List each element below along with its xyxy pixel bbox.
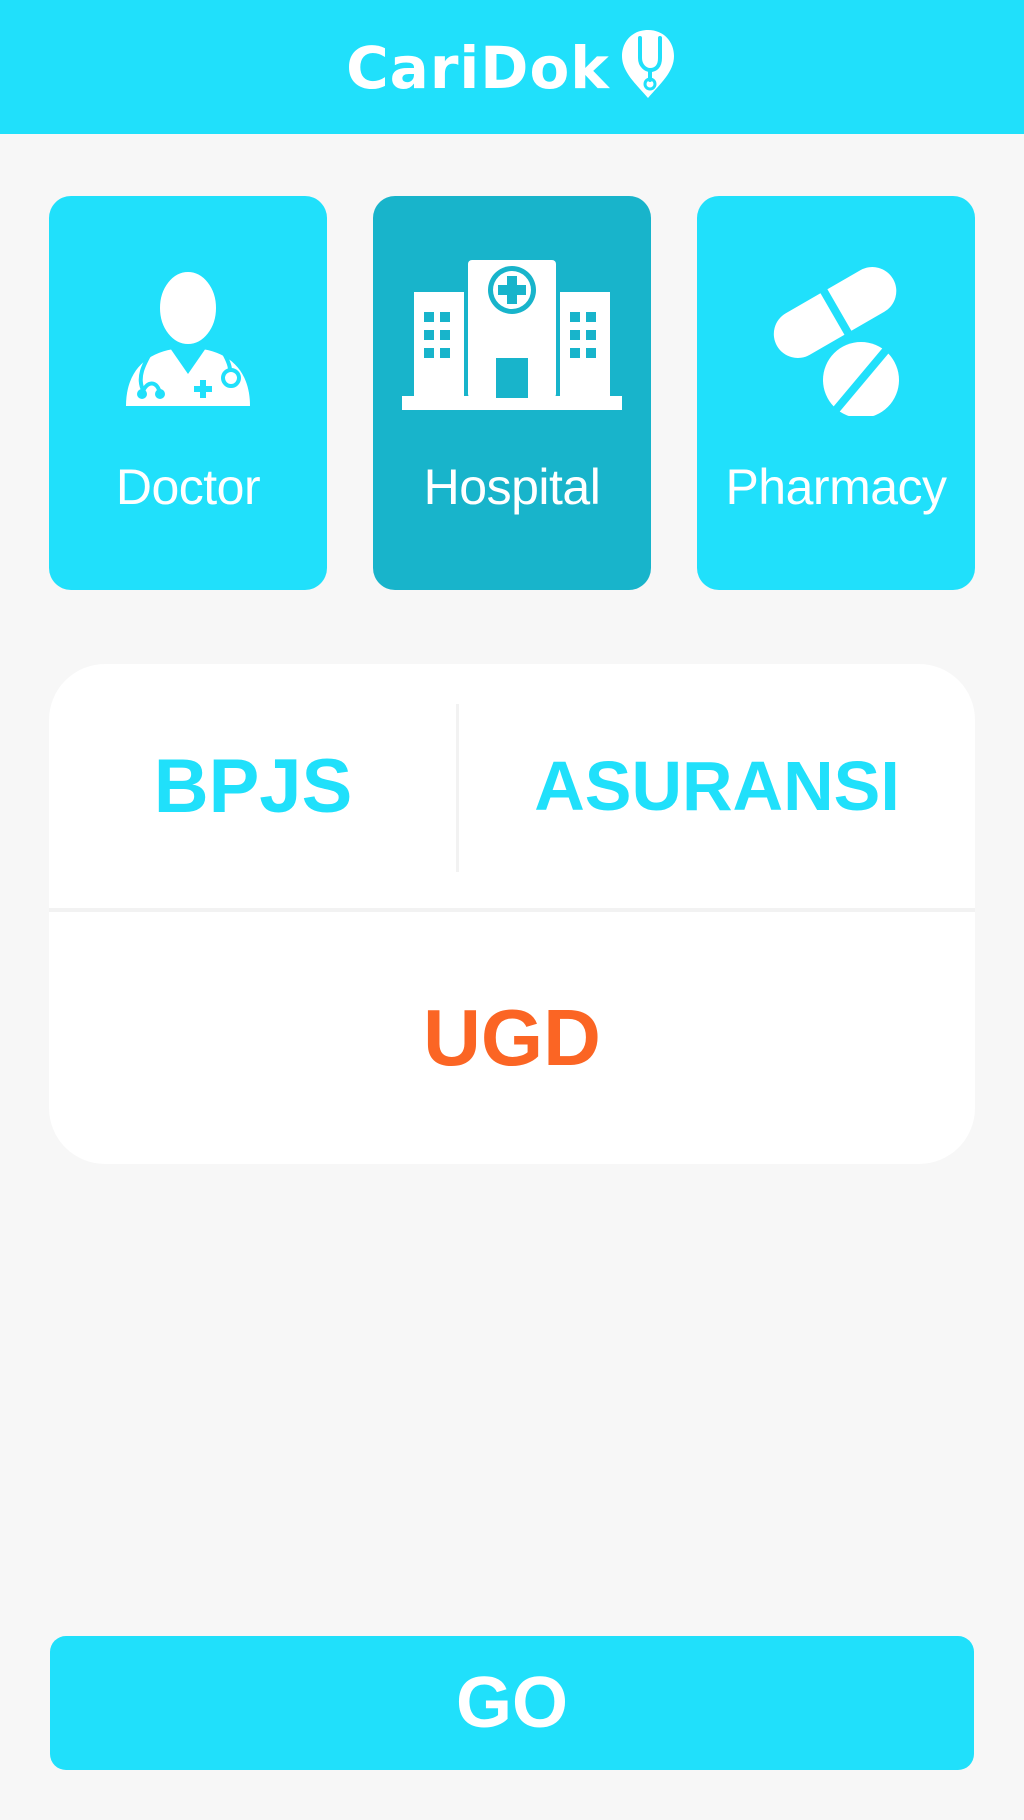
pills-icon	[773, 267, 899, 416]
bpjs-option[interactable]: BPJS	[49, 664, 457, 908]
category-hospital[interactable]: Hospital	[373, 196, 651, 590]
options-card: BPJS ASURANSI UGD	[49, 664, 975, 1164]
go-button[interactable]: GO	[50, 1636, 974, 1770]
category-doctor[interactable]: Doctor	[49, 196, 327, 590]
app-logo: CariDok	[346, 30, 678, 102]
doctor-icon	[126, 268, 250, 406]
stethoscope-pin-icon	[621, 30, 674, 98]
category-label: Hospital	[423, 459, 601, 515]
app-header: CariDok	[0, 0, 1024, 134]
ugd-option[interactable]: UGD	[49, 912, 975, 1164]
asuransi-option[interactable]: ASURANSI	[459, 664, 975, 908]
category-label: Doctor	[115, 459, 261, 515]
hospital-icon	[402, 260, 622, 410]
category-pharmacy[interactable]: Pharmacy	[697, 196, 975, 590]
category-label: Pharmacy	[725, 459, 947, 515]
app-name: CariDok	[346, 34, 610, 102]
